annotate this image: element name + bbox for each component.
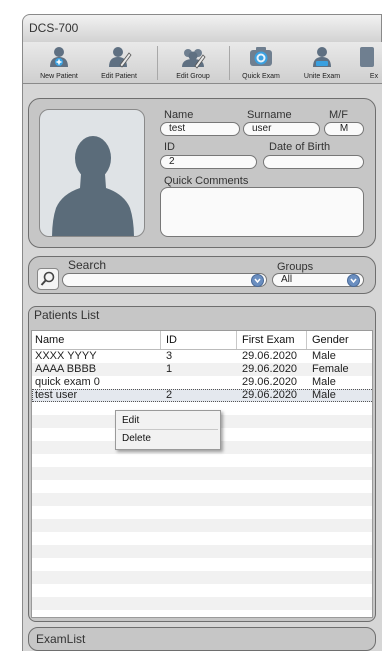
name-label: Name [164, 109, 194, 121]
empty-row [32, 493, 372, 506]
exam-list-panel[interactable]: ExamList [28, 627, 376, 651]
empty-row [32, 584, 372, 597]
edit-group-button[interactable]: Edit Group [163, 42, 223, 84]
edit-group-label: Edit Group [176, 73, 210, 80]
column-header-first-exam[interactable]: First Exam [242, 334, 295, 346]
unite-exam-label: Unite Exam [303, 73, 341, 80]
table-row[interactable]: AAAA BBBB 1 29.06.2020 Female [32, 363, 372, 376]
groups-dropdown-button[interactable] [347, 274, 360, 287]
cell-id: 2 [166, 389, 173, 401]
id-label: ID [164, 141, 175, 153]
toolbar: New Patient Edit Patient Edit Group Quic… [22, 42, 382, 84]
exam-list-title: ExamList [36, 632, 86, 646]
empty-row [32, 571, 372, 584]
search-input[interactable] [62, 273, 267, 287]
menu-divider [118, 429, 218, 430]
cell-gender: Male [312, 376, 336, 388]
cell-name: quick exam 0 [35, 376, 100, 388]
search-dropdown-button[interactable] [251, 274, 264, 287]
dob-field[interactable] [263, 155, 364, 169]
partial-toolbar-button[interactable]: Ex [357, 42, 382, 84]
toolbar-separator [157, 46, 158, 80]
empty-row [32, 480, 372, 493]
cell-name: XXXX YYYY [35, 350, 97, 362]
quick-exam-label: Quick Exam [242, 73, 280, 80]
chevron-down-icon [254, 278, 261, 284]
cell-first-exam: 29.06.2020 [242, 389, 298, 401]
cell-gender: Male [312, 350, 336, 362]
sex-field[interactable]: M [324, 122, 364, 136]
dob-label: Date of Birth [269, 141, 331, 153]
surname-field[interactable]: user [243, 122, 320, 136]
cell-id: 1 [166, 363, 173, 375]
table-header: Name ID First Exam Gender [32, 331, 372, 350]
cell-name: test user [35, 389, 78, 401]
search-button[interactable] [37, 268, 59, 290]
cell-first-exam: 29.06.2020 [242, 363, 298, 375]
partial-icon [360, 47, 374, 67]
column-divider [306, 331, 307, 349]
empty-row [32, 532, 372, 545]
cell-first-exam: 29.06.2020 [242, 350, 298, 362]
empty-row [32, 610, 372, 617]
name-field[interactable]: test [160, 122, 240, 136]
search-label: Search [68, 258, 107, 272]
window-title: DCS-700 [29, 21, 79, 35]
quick-comments-field[interactable] [160, 187, 364, 237]
quick-exam-button[interactable]: Quick Exam [233, 42, 289, 84]
empty-row [32, 506, 372, 519]
edit-patient-button[interactable]: Edit Patient [87, 42, 151, 84]
partial-label: Ex [369, 73, 379, 80]
empty-row [32, 454, 372, 467]
cell-id: 3 [166, 350, 173, 362]
empty-row [32, 597, 372, 610]
empty-row [32, 558, 372, 571]
column-divider [236, 331, 237, 349]
cell-gender: Male [312, 389, 336, 401]
surname-label: Surname [247, 109, 292, 121]
context-menu-delete[interactable]: Delete [122, 433, 151, 444]
patient-photo[interactable] [39, 109, 145, 237]
table-row[interactable]: quick exam 0 29.06.2020 Male [32, 376, 372, 389]
groups-label: Groups [277, 261, 314, 273]
column-header-id[interactable]: ID [166, 334, 177, 346]
avatar-silhouette-icon [52, 136, 134, 236]
cell-gender: Female [312, 363, 349, 375]
camera-icon [250, 47, 272, 66]
id-field[interactable]: 2 [160, 155, 257, 169]
search-icon [40, 271, 55, 286]
chevron-down-icon [350, 278, 357, 284]
edit-patient-label: Edit Patient [101, 73, 137, 80]
edit-patient-icon [109, 47, 132, 68]
title-bar: DCS-700 [22, 14, 382, 42]
context-menu: Edit Delete [115, 410, 221, 450]
cell-first-exam: 29.06.2020 [242, 376, 298, 388]
empty-row [32, 467, 372, 480]
edit-group-icon [182, 49, 206, 69]
patients-list-title: Patients List [34, 308, 100, 322]
new-patient-button[interactable]: New Patient [31, 42, 87, 84]
column-header-gender[interactable]: Gender [312, 334, 349, 346]
toolbar-separator [229, 46, 230, 80]
table-row[interactable]: XXXX YYYY 3 29.06.2020 Male [32, 350, 372, 363]
context-menu-edit[interactable]: Edit [122, 415, 139, 426]
table-row-selected[interactable]: test user 2 29.06.2020 Male [32, 389, 372, 402]
sex-label: M/F [329, 109, 348, 121]
quick-comments-label: Quick Comments [164, 175, 249, 187]
cell-name: AAAA BBBB [35, 363, 97, 375]
patients-table: Name ID First Exam Gender XXXX YYYY 3 29… [31, 330, 373, 618]
column-divider [160, 331, 161, 349]
empty-row [32, 545, 372, 558]
empty-row [32, 519, 372, 532]
column-header-name[interactable]: Name [35, 334, 64, 346]
unite-exam-icon [313, 47, 331, 67]
new-patient-icon [50, 47, 68, 67]
unite-exam-button[interactable]: Unite Exam [291, 42, 353, 84]
new-patient-label: New Patient [40, 73, 78, 80]
